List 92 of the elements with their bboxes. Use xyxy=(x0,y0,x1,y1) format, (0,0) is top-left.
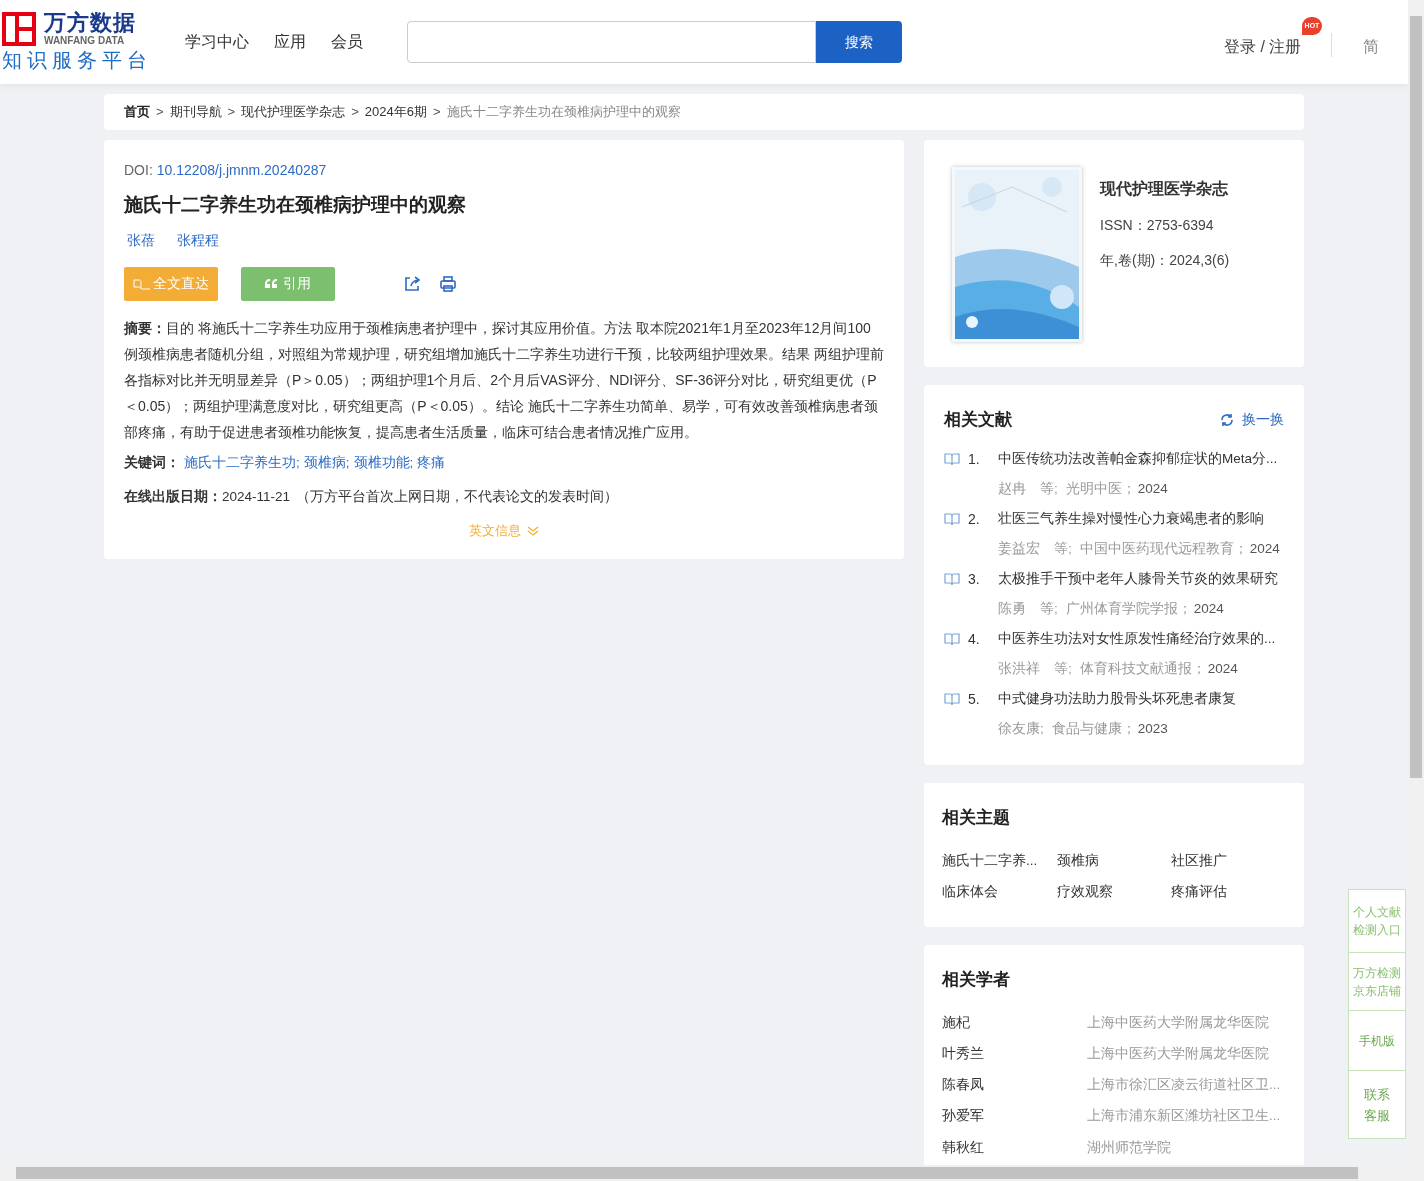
document-year: 2024 xyxy=(1249,540,1280,559)
item-number: 5. xyxy=(968,690,981,709)
abstract-text: 摘要：目的 将施氏十二字养生功应用于颈椎病患者护理中，探讨其应用价值。方法 取本院2021年1月至2023年12月间100例颈椎病患者随机分组，对照组为常规护理，研究组增加施氏十二字养生功进行干预，比较两组护理效果。结果 两组护理前各指标对比并无明显差异（P＞0.05）；两组护理1个月后、2个月后VAS评分、NDI评分、SF-36评分对比，研究组更优（P＜0.05）；两组护理满意度对比，研究组更高（P＜0.05）。结论 施氏十二字养生功简单、易学，可有效改善颈椎病患者颈部疼痛，有助于促进患者颈椎功能恢复，提高患者生活质量，临床可结合患者情况推广应用。 xyxy=(124,318,884,442)
topic-link[interactable]: 施氏十二字养... xyxy=(942,852,1038,868)
document-year: 2024 xyxy=(1207,660,1238,679)
item-number: 1. xyxy=(968,450,981,469)
horizontal-scrollbar[interactable] xyxy=(0,1165,1408,1181)
logo-subtitle: WANFANG DATA xyxy=(44,35,126,47)
document-link[interactable]: 太极推手干预中老年人膝骨关节炎的效果研究 xyxy=(998,569,1278,590)
book-icon xyxy=(944,453,960,466)
scholar-affiliation: 上海市徐汇区凌云街道社区卫... xyxy=(1087,1076,1281,1094)
keyword-link[interactable]: 颈椎病; xyxy=(303,452,350,473)
breadcrumb-separator: > xyxy=(351,103,359,122)
document-authors: 姜益宏 等; xyxy=(998,540,1072,559)
keyword-link[interactable]: 施氏十二字养生功; xyxy=(184,452,300,473)
scholar-affiliation: 湖州师范学院 xyxy=(1087,1138,1171,1157)
breadcrumb-link[interactable]: 首页 xyxy=(124,102,150,122)
nav-link[interactable]: 应用 xyxy=(274,30,306,54)
document-source: 食品与健康； xyxy=(1051,720,1136,739)
breadcrumb-link[interactable]: 2024年6期 xyxy=(364,102,427,122)
scholar-name[interactable]: 孙爱军 xyxy=(942,1106,1087,1127)
document-year: 2023 xyxy=(1137,720,1168,739)
quote-icon xyxy=(265,279,277,288)
book-icon xyxy=(944,633,960,646)
scholar-affiliation: 上海市浦东新区潍坊社区卫生... xyxy=(1087,1107,1281,1126)
breadcrumb-separator: > xyxy=(432,103,441,122)
search-field[interactable] xyxy=(407,21,816,63)
topic-link[interactable]: 颈椎病 xyxy=(1056,852,1099,868)
journal-volume: 年,卷(期)：2024,3(6) xyxy=(1100,251,1230,270)
nav-link[interactable]: 学习中心 xyxy=(185,30,249,54)
document-year: 2024 xyxy=(1137,480,1168,499)
author-link[interactable]: 张程程 xyxy=(177,229,219,251)
author-link[interactable]: 张蓓 xyxy=(127,229,155,251)
document-source: 广州体育学院学报； xyxy=(1065,600,1192,619)
document-source: 中国中医药现代远程教育； xyxy=(1079,540,1248,559)
free-book-icon xyxy=(133,277,151,290)
date-text: 2024-11-21 xyxy=(222,487,291,506)
scholar-name[interactable]: 陈春凤 xyxy=(942,1075,1087,1096)
chevron-down-icon xyxy=(527,524,539,537)
keyword-link[interactable]: 疼痛 xyxy=(417,452,446,473)
topic-link[interactable]: 疼痛评估 xyxy=(1171,883,1228,899)
refresh-icon xyxy=(1220,412,1234,427)
print-icon[interactable] xyxy=(439,274,457,293)
document-source: 体育科技文献通报； xyxy=(1079,660,1206,679)
scholar-name[interactable]: 叶秀兰 xyxy=(942,1043,1087,1064)
scholar-affiliation: 上海中医药大学附属龙华医院 xyxy=(1087,1013,1269,1032)
book-icon xyxy=(944,693,960,706)
article-title: 施氏十二字养生功在颈椎病护理中的观察 xyxy=(124,193,467,217)
date-note: （万方平台首次上网日期，不代表论文的发表时间） xyxy=(296,487,619,506)
journal-issn: ISSN：2753-6394 xyxy=(1100,216,1215,235)
document-year: 2024 xyxy=(1193,600,1224,619)
breadcrumb-link[interactable]: 现代护理医学杂志 xyxy=(241,102,346,122)
breadcrumb-link[interactable]: 期刊导航 xyxy=(169,102,222,122)
scholar-name[interactable]: 施杞 xyxy=(942,1012,1087,1033)
scholar-name[interactable]: 韩秋红 xyxy=(942,1137,1087,1158)
search-button[interactable]: 搜索 xyxy=(816,21,902,63)
share-icon[interactable] xyxy=(403,274,421,293)
keyword-link[interactable]: 颈椎功能; xyxy=(353,452,414,473)
topic-link[interactable]: 疗效观察 xyxy=(1056,883,1113,899)
item-number: 4. xyxy=(968,630,981,649)
item-number: 3. xyxy=(968,570,981,589)
journal-name[interactable]: 现代护理医学杂志 xyxy=(1100,177,1230,201)
vertical-scrollbar[interactable] xyxy=(1408,0,1424,1181)
logo-slogan: 知识服务平台 xyxy=(2,48,153,73)
item-number: 2. xyxy=(968,510,981,529)
refresh-link[interactable]: 换一换 xyxy=(1220,409,1284,431)
document-source: 光明中医； xyxy=(1065,480,1136,499)
document-link[interactable]: 壮医三气养生操对慢性心力衰竭患者的影响 xyxy=(998,509,1264,530)
login-link[interactable]: 登录 / 注册 xyxy=(1224,38,1302,55)
keywords-label: 关键词： xyxy=(124,453,180,472)
scholar-affiliation: 上海中医药大学附属龙华医院 xyxy=(1087,1044,1269,1063)
section-title: 相关主题 xyxy=(942,808,1010,827)
section-title: 相关学者 xyxy=(942,970,1010,989)
document-authors: 徐友康; xyxy=(998,720,1044,739)
topic-link[interactable]: 临床体会 xyxy=(942,883,998,899)
document-link[interactable]: 中医传统功法改善帕金森抑郁症状的Meta分... xyxy=(998,449,1278,470)
document-authors: 赵冉 等; xyxy=(998,480,1058,499)
date-label: 在线出版日期： xyxy=(124,487,222,506)
nav-link[interactable]: 会员 xyxy=(331,30,363,54)
document-authors: 张洪祥 等; xyxy=(998,660,1072,679)
language-switch[interactable]: 简 xyxy=(1363,35,1380,59)
document-link[interactable]: 中式健身功法助力股骨头坏死患者康复 xyxy=(998,689,1236,710)
breadcrumb-separator: > xyxy=(156,103,164,122)
logo-title: 万方数据 xyxy=(44,11,136,35)
section-title: 相关文献 xyxy=(944,409,1012,431)
book-icon xyxy=(944,573,960,586)
book-icon xyxy=(944,513,960,526)
topic-link[interactable]: 社区推广 xyxy=(1171,852,1228,868)
document-link[interactable]: 中医养生功法对女性原发性痛经治疗效果的... xyxy=(998,629,1276,650)
breadcrumb-separator: > xyxy=(227,103,236,122)
doi-text: DOI: 10.12208/j.jmnm.20240287 xyxy=(124,161,328,180)
document-authors: 陈勇 等; xyxy=(998,600,1058,619)
